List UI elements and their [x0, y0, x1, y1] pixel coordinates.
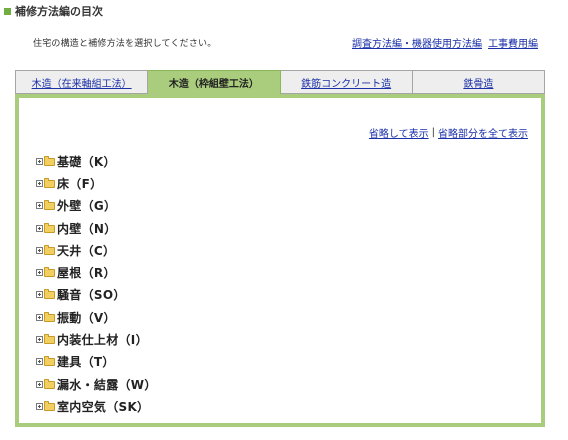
tree-item-label[interactable]: 外壁（G）	[57, 197, 116, 214]
tree-item-label[interactable]: 漏水・結露（W）	[57, 376, 157, 393]
tab-wood-conventional[interactable]: 木造（在来軸組工法）	[15, 70, 149, 94]
tree-item-label[interactable]: 内壁（N）	[57, 220, 117, 237]
folder-icon	[44, 289, 55, 300]
tab-wood-conventional-label[interactable]: 木造（在来軸組工法）	[32, 75, 132, 90]
folder-icon	[44, 267, 55, 278]
tab-wood-frame[interactable]: 木造（枠組壁工法）	[148, 70, 281, 95]
tab-reinforced-concrete[interactable]: 鉄筋コンクリート造	[280, 70, 413, 94]
square-bullet-icon	[4, 7, 11, 15]
tree-item-label[interactable]: 騒音（SO）	[57, 286, 126, 303]
survey-methods-link[interactable]: 調査方法編・機器使用方法編	[352, 35, 482, 50]
expand-all-link[interactable]: 省略部分を全て表示	[438, 125, 528, 140]
top-links: 調査方法編・機器使用方法編 工事費用編	[352, 35, 538, 50]
folder-icon	[44, 244, 55, 255]
tree-item-fittings[interactable]: 建具（T）	[36, 351, 157, 373]
plus-box-icon[interactable]	[36, 313, 43, 321]
tree-item-leak-condensation[interactable]: 漏水・結露（W）	[36, 373, 157, 395]
tree-item-label[interactable]: 天井（C）	[57, 242, 115, 259]
tree-item-interior-wall[interactable]: 内壁（N）	[36, 217, 157, 239]
folder-icon	[44, 155, 55, 166]
page-heading: 補修方法編の目次	[4, 4, 103, 18]
tree-item-interior-finish[interactable]: 内装仕上材（I）	[36, 328, 157, 350]
plus-box-icon[interactable]	[36, 336, 43, 344]
folder-icon	[44, 200, 55, 211]
page: 補修方法編の目次 住宅の構造と補修方法を選択してください。 調査方法編・機器使用…	[0, 0, 568, 440]
tree-item-label[interactable]: 室内空気（SK）	[57, 398, 149, 415]
plus-box-icon[interactable]	[36, 402, 43, 410]
tree-item-noise[interactable]: 騒音（SO）	[36, 284, 157, 306]
tree-item-label[interactable]: 基礎（K）	[57, 153, 116, 170]
tree-item-label[interactable]: 建具（T）	[57, 353, 115, 370]
folder-icon	[44, 378, 55, 389]
plus-box-icon[interactable]	[36, 202, 43, 210]
tree-item-label[interactable]: 振動（V）	[57, 309, 116, 326]
folder-icon	[44, 334, 55, 345]
plus-box-icon[interactable]	[36, 179, 43, 187]
tree-item-vibration[interactable]: 振動（V）	[36, 306, 157, 328]
tree-item-floor[interactable]: 床（F）	[36, 172, 157, 194]
tree-item-indoor-air[interactable]: 室内空気（SK）	[36, 395, 157, 417]
folder-icon	[44, 356, 55, 367]
tree-toggle-links: 省略して表示 | 省略部分を全て表示	[369, 125, 528, 140]
tree-item-roof[interactable]: 屋根（R）	[36, 261, 157, 283]
collapse-view-link[interactable]: 省略して表示	[369, 125, 429, 140]
plus-box-icon[interactable]	[36, 269, 43, 277]
toggle-separator: |	[431, 127, 435, 138]
plus-box-icon[interactable]	[36, 358, 43, 366]
folder-icon	[44, 311, 55, 322]
plus-box-icon[interactable]	[36, 291, 43, 299]
folder-icon	[44, 400, 55, 411]
tree-item-label[interactable]: 内装仕上材（I）	[57, 331, 148, 348]
tab-steel-frame[interactable]: 鉄骨造	[412, 70, 545, 94]
content-panel: 省略して表示 | 省略部分を全て表示 基礎（K） 床（F） 外壁（G） 内壁（N…	[15, 94, 545, 427]
repair-category-tree: 基礎（K） 床（F） 外壁（G） 内壁（N） 天井（C） 屋根（R） 騒音（SO…	[36, 150, 157, 418]
tree-item-foundation[interactable]: 基礎（K）	[36, 150, 157, 172]
tree-item-label[interactable]: 床（F）	[57, 175, 102, 192]
tree-item-label[interactable]: 屋根（R）	[57, 264, 116, 281]
tab-steel-frame-label[interactable]: 鉄骨造	[463, 75, 493, 90]
plus-box-icon[interactable]	[36, 224, 43, 232]
structure-tabs: 木造（在来軸組工法） 木造（枠組壁工法） 鉄筋コンクリート造 鉄骨造	[15, 70, 545, 95]
folder-icon	[44, 177, 55, 188]
tab-wood-frame-label: 木造（枠組壁工法）	[168, 79, 259, 90]
folder-icon	[44, 222, 55, 233]
tree-item-ceiling[interactable]: 天井（C）	[36, 239, 157, 261]
plus-box-icon[interactable]	[36, 157, 43, 165]
content-panel-inner: 省略して表示 | 省略部分を全て表示 基礎（K） 床（F） 外壁（G） 内壁（N…	[19, 98, 541, 423]
construction-cost-link[interactable]: 工事費用編	[488, 35, 538, 50]
page-title: 補修方法編の目次	[15, 5, 103, 18]
tab-reinforced-concrete-label[interactable]: 鉄筋コンクリート造	[301, 75, 391, 90]
plus-box-icon[interactable]	[36, 246, 43, 254]
tree-item-exterior-wall[interactable]: 外壁（G）	[36, 195, 157, 217]
intro-text: 住宅の構造と補修方法を選択してください。	[33, 39, 217, 49]
plus-box-icon[interactable]	[36, 380, 43, 388]
